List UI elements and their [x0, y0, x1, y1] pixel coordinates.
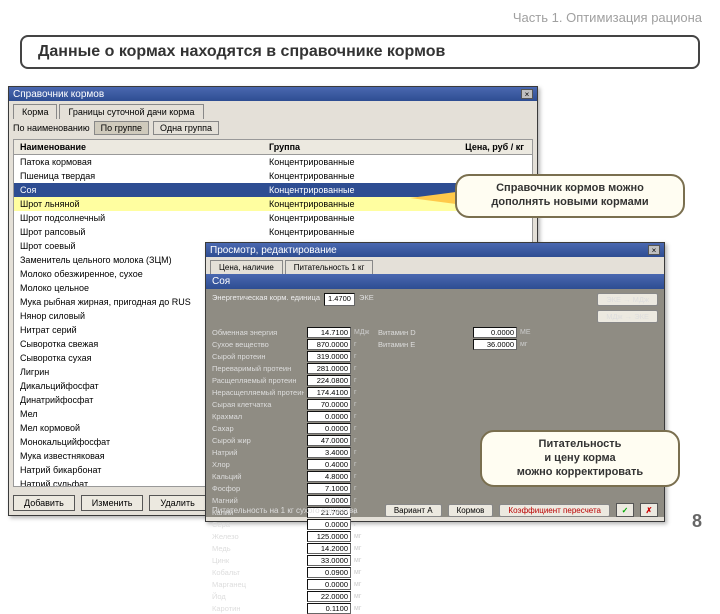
energy-unit: ЭКЕ	[359, 293, 374, 306]
nutrient-input[interactable]: 281.0000	[307, 363, 351, 374]
nutrient-input[interactable]: 0.0900	[307, 567, 351, 578]
nutrient-input[interactable]: 47.0000	[307, 435, 351, 446]
nutrient-row: Цинк33.0000мг	[212, 555, 372, 566]
nutrient-input[interactable]: 3.4000	[307, 447, 351, 458]
variant-a-button[interactable]: Вариант А	[385, 504, 442, 517]
nutrient-input[interactable]: 0.0000	[307, 423, 351, 434]
callout-line-1: Питательность	[494, 438, 666, 452]
nutrient-row: Обменная энергия14.7100МДж	[212, 327, 372, 338]
nutrient-row: Сырая клетчатка70.0000г	[212, 399, 372, 410]
nutrient-row: Нерасщепляемый протеин174.4100г	[212, 387, 372, 398]
energy-value[interactable]: 1.4700	[324, 293, 355, 306]
nutrient-input[interactable]: 0.0000	[307, 519, 351, 530]
recalc-button[interactable]: Коэффициент пересчета	[499, 504, 610, 517]
ok-icon[interactable]: ✓	[616, 503, 634, 517]
arrow-icon	[410, 192, 456, 204]
nutrient-input[interactable]: 22.0000	[307, 591, 351, 602]
nutrient-row: Переваримый протеин281.0000г	[212, 363, 372, 374]
callout-edit-nutrition: Питательность и цену корма можно коррект…	[480, 430, 680, 487]
cancel-icon[interactable]: ✗	[640, 503, 658, 517]
nutrient-row: Кальций4.8000г	[212, 471, 372, 482]
nutrient-row: Кобальт0.0900мг	[212, 567, 372, 578]
nutrient-input[interactable]: 70.0000	[307, 399, 351, 410]
nutrient-row: Железо125.0000мг	[212, 531, 372, 542]
nutrient-row: Расщепляемый протеин224.0800г	[212, 375, 372, 386]
nutrient-input[interactable]: 174.4100	[307, 387, 351, 398]
detail-titlebar: Просмотр, редактирование ×	[206, 243, 664, 257]
nutrient-row: Марганец0.0000мг	[212, 579, 372, 590]
nutrient-input[interactable]: 0.0000	[307, 411, 351, 422]
nutrient-row: Сахар0.0000г	[212, 423, 372, 434]
detail-tabs: Цена, наличие Питательность 1 кг	[206, 257, 664, 274]
feeds-button[interactable]: Кормов	[448, 504, 494, 517]
col-price-header[interactable]: Цена, руб / кг	[409, 142, 532, 152]
nutrient-input[interactable]: 0.0000	[307, 579, 351, 590]
nutrient-row: Фосфор7.1000г	[212, 483, 372, 494]
nutrient-row: Хлор0.4000г	[212, 459, 372, 470]
nutrient-input[interactable]: 4.8000	[307, 471, 351, 482]
table-row[interactable]: Пшеница твердаяКонцентрированные	[14, 169, 532, 183]
col-group-header[interactable]: Группа	[269, 142, 409, 152]
tab-limits[interactable]: Границы суточной дачи корма	[59, 104, 203, 119]
callout-line-3: можно корректировать	[494, 466, 666, 480]
energy-label: Энергетическая корм. единица	[212, 293, 320, 306]
nutrient-row: Каротин0.1100мг	[212, 603, 372, 614]
detail-feed-name: Соя	[206, 274, 664, 289]
slide-title: Данные о кормах находятся в справочнике …	[20, 35, 700, 69]
col-name-header[interactable]: Наименование	[14, 142, 269, 152]
tab-feeds[interactable]: Корма	[13, 104, 57, 119]
nutrient-input[interactable]: 319.0000	[307, 351, 351, 362]
nutrient-input[interactable]: 0.4000	[307, 459, 351, 470]
sort-bar: По наименованию По группе Одна группа	[9, 119, 537, 137]
callout-line-2: и цену корма	[494, 452, 666, 466]
sort-label: По наименованию	[13, 123, 90, 133]
nutrient-row: Медь14.2000мг	[212, 543, 372, 554]
nutrient-input[interactable]: 33.0000	[307, 555, 351, 566]
sort-one-group[interactable]: Одна группа	[153, 121, 219, 135]
main-tabs: Корма Границы суточной дачи корма	[9, 101, 537, 119]
nutrient-row: Витамин E36.0000мг	[378, 339, 538, 350]
tab-price[interactable]: Цена, наличие	[210, 260, 283, 274]
nutrient-row: Натрий3.4000г	[212, 447, 372, 458]
nutrient-input[interactable]: 14.7100	[307, 327, 351, 338]
page-number: 8	[692, 511, 702, 532]
conv-mdj-eke[interactable]: МДж → ЭКЕ	[597, 310, 658, 323]
delete-button[interactable]: Удалить	[149, 495, 205, 511]
nutrient-input[interactable]: 7.1000	[307, 483, 351, 494]
bottom-label: Питательность на 1 кг сухого вещества	[212, 506, 358, 515]
nutrient-row: Крахмал0.0000г	[212, 411, 372, 422]
tab-nutrition[interactable]: Питательность 1 кг	[285, 260, 374, 274]
conv-eke-mdj[interactable]: ЭКЕ → МДж	[597, 293, 658, 306]
nutrient-input[interactable]: 125.0000	[307, 531, 351, 542]
table-row[interactable]: Шрот рапсовыйКонцентрированные	[14, 225, 532, 239]
nutrient-col-left: Обменная энергия14.7100МДжСухое вещество…	[212, 327, 372, 614]
nutrient-input[interactable]: 0.0000	[473, 327, 517, 338]
slide-section-header: Часть 1. Оптимизация рациона	[0, 0, 720, 31]
sort-by-group[interactable]: По группе	[94, 121, 149, 135]
detail-button-bar: Питательность на 1 кг сухого вещества Ва…	[212, 503, 658, 517]
edit-button[interactable]: Изменить	[81, 495, 144, 511]
nutrient-row: Сырой жир47.0000г	[212, 435, 372, 446]
nutrient-input[interactable]: 870.0000	[307, 339, 351, 350]
close-icon[interactable]: ×	[521, 89, 533, 99]
window-titlebar: Справочник кормов ×	[9, 87, 537, 101]
nutrient-row: Витамин D0.0000ME	[378, 327, 538, 338]
nutrient-row: Йод22.0000мг	[212, 591, 372, 602]
table-row[interactable]: Шрот подсолнечныйКонцентрированные	[14, 211, 532, 225]
window-title: Справочник кормов	[13, 89, 104, 100]
callout-add-feed: Справочник кормов можно дополнять новыми…	[455, 174, 685, 218]
add-button[interactable]: Добавить	[13, 495, 75, 511]
nutrient-input[interactable]: 0.1100	[307, 603, 351, 614]
table-row[interactable]: Патока кормоваяКонцентрированные	[14, 155, 532, 169]
nutrient-input[interactable]: 36.0000	[473, 339, 517, 350]
nutrient-row: Сырой протеин319.0000г	[212, 351, 372, 362]
nutrient-row: Сера0.0000г	[212, 519, 372, 530]
close-icon[interactable]: ×	[648, 245, 660, 255]
nutrient-input[interactable]: 224.0800	[307, 375, 351, 386]
nutrient-row: Сухое вещество870.0000г	[212, 339, 372, 350]
detail-window-title: Просмотр, редактирование	[210, 245, 337, 256]
grid-header: Наименование Группа Цена, руб / кг	[13, 139, 533, 155]
nutrient-input[interactable]: 14.2000	[307, 543, 351, 554]
